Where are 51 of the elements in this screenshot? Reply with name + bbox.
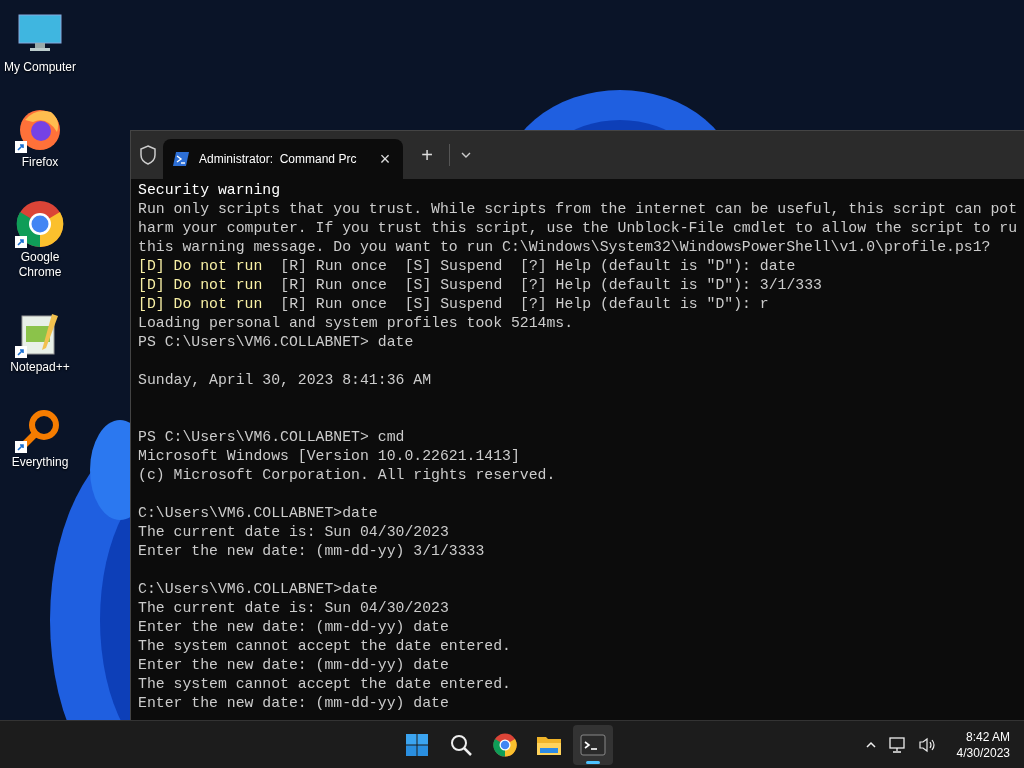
terminal-line: PS C:\Users\VM6.COLLABNET> date xyxy=(138,333,415,352)
terminal-line: PS C:\Users\VM6.COLLABNET> cmd xyxy=(138,428,406,447)
clock-time: 8:42 AM xyxy=(965,728,1010,745)
prompt-options: [R] Run once [S] Suspend [?] Help (default is "D"): 3/1/333 xyxy=(280,276,822,295)
desktop-icon-label[interactable]: Notepad++ xyxy=(1,360,79,375)
terminal-line: The current date is: Sun 04/30/2023 xyxy=(138,523,450,542)
shield-icon[interactable] xyxy=(139,145,157,165)
terminal-line: Microsoft Windows [Version 10.0.22621.1413] xyxy=(138,447,521,466)
terminal-line: Enter the new date: (mm-dd-yy) date xyxy=(138,656,450,675)
chrome-icon xyxy=(16,200,64,248)
terminal-line: C:\Users\VM6.COLLABNET>date xyxy=(138,580,379,599)
terminal-line: The system cannot accept the date entered. xyxy=(138,675,512,694)
volume-icon[interactable] xyxy=(918,736,937,753)
chrome-icon xyxy=(493,732,517,757)
desktop-icon-label[interactable]: Google Chrome xyxy=(1,250,79,280)
clock[interactable]: 8:42 AM 4/30/2023 xyxy=(956,728,1010,761)
prompt-options: [R] Run once [S] Suspend [?] Help (default is "D"): date xyxy=(280,257,796,276)
network-icon[interactable] xyxy=(888,736,907,753)
default-option: [D] Do not run xyxy=(138,276,263,295)
terminal-line: C:\Users\VM6.COLLABNET>date xyxy=(138,504,379,523)
terminal-tab[interactable]: Administrator: Command Prc × xyxy=(163,139,403,179)
terminal-line: The system cannot accept the date entered. xyxy=(138,637,512,656)
terminal-line: Sunday, April 30, 2023 8:41:36 AM xyxy=(138,371,433,390)
terminal-icon xyxy=(580,733,606,756)
terminal-line: The current date is: Sun 04/30/2023 xyxy=(138,599,450,618)
prompt-options: [R] Run once [S] Suspend [?] Help (default is "D"): r xyxy=(280,295,769,314)
close-tab-button[interactable]: × xyxy=(375,150,395,168)
new-tab-button[interactable]: + xyxy=(415,145,439,165)
terminal-line: this warning message. Do you want to run C:\Windows\System32\WindowsPowerShell\v1.0\profile.ps1? xyxy=(138,238,992,257)
chevron-up-icon[interactable] xyxy=(864,740,877,749)
terminal-line: harm your computer. If you trust this script, use the Unblock-File cmdlet to allow the script to ru xyxy=(138,219,1019,238)
terminal-line: Enter the new date: (mm-dd-yy) date xyxy=(138,618,450,637)
search-icon xyxy=(449,732,473,757)
terminal-line: Security warning xyxy=(138,181,282,200)
powershell-icon xyxy=(173,152,189,166)
chevron-down-icon[interactable] xyxy=(460,151,472,159)
terminal-line: Run only scripts that you trust. While scripts from the internet can be useful, this script can pot xyxy=(138,200,1019,219)
desktop-icon-label[interactable]: Everything xyxy=(1,455,79,470)
terminal-line: (c) Microsoft Corporation. All rights reserved. xyxy=(138,466,557,485)
desktop-icon-label[interactable]: Firefox xyxy=(1,155,79,170)
default-option: [D] Do not run xyxy=(138,295,263,314)
tab-title: Administrator: Command Prc xyxy=(199,151,358,168)
terminal-line: Enter the new date: (mm-dd-yy) 3/1/3333 xyxy=(138,542,486,561)
terminal-line: Loading personal and system profiles took 5214ms. xyxy=(138,314,575,333)
clock-date: 4/30/2023 xyxy=(956,744,1010,761)
default-option: [D] Do not run xyxy=(138,257,263,276)
desktop-icon-label[interactable]: My Computer xyxy=(1,60,79,75)
terminal-line: Enter the new date: (mm-dd-yy) date xyxy=(138,694,450,713)
taskbar-app[interactable] xyxy=(573,724,613,765)
start-icon xyxy=(405,732,429,757)
monitor-icon xyxy=(18,14,62,54)
